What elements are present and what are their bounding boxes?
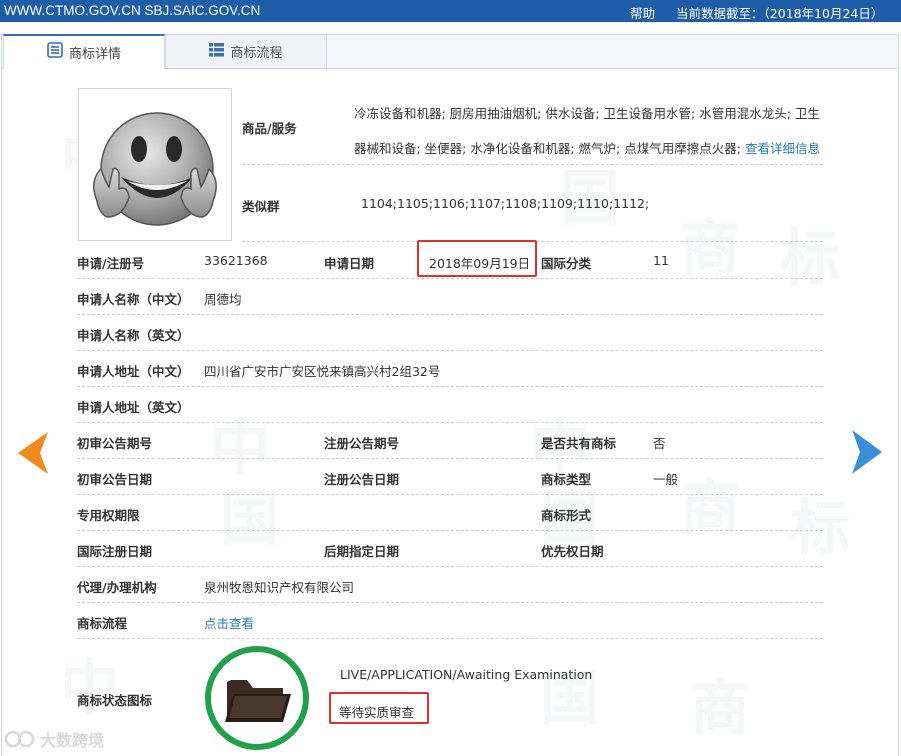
later-designation-date-label: 后期指定日期 xyxy=(324,544,400,559)
divider xyxy=(77,494,823,495)
reg-no-label: 申请/注册号 xyxy=(77,256,145,271)
intl-class-value: 11 xyxy=(653,253,669,268)
trademark-image xyxy=(78,88,232,241)
divider xyxy=(77,386,823,387)
apply-date-label: 申请日期 xyxy=(324,256,375,271)
prelim-date-label: 初审公告日期 xyxy=(77,472,153,487)
shared-mark-value: 否 xyxy=(653,436,666,451)
status-chinese: 等待实质审查 xyxy=(339,705,415,720)
tab-trademark-detail[interactable]: 商标详情 xyxy=(3,34,165,69)
tab-bar: 商标详情 商标流程 xyxy=(2,34,898,69)
agency-label: 代理/办理机构 xyxy=(77,580,157,595)
grid-icon xyxy=(209,42,225,61)
divider xyxy=(77,638,823,639)
reg-pub-no-label: 注册公告期号 xyxy=(324,436,400,451)
shared-mark-label: 是否共有商标 xyxy=(541,436,617,451)
status-icon-label: 商标状态图标 xyxy=(77,693,153,708)
apply-date-value: 2018年09月19日 xyxy=(429,256,531,271)
agency-value: 泉州牧恩知识产权有限公司 xyxy=(204,580,355,595)
divider xyxy=(77,566,823,567)
similar-group-label: 类似群 xyxy=(242,199,280,214)
applicant-cn-label: 申请人名称（中文） xyxy=(77,292,190,307)
next-arrow-icon[interactable] xyxy=(852,430,882,477)
tab-label: 商标详情 xyxy=(68,46,121,62)
list-icon xyxy=(47,42,63,62)
exclusive-period-label: 专用权期限 xyxy=(77,508,140,523)
priority-date-label: 优先权日期 xyxy=(541,544,604,559)
top-bar: WWW.CTMO.GOV.CN SBJ.SAIC.GOV.CN 帮助 当前数据截… xyxy=(0,0,901,22)
prelim-no-label: 初审公告期号 xyxy=(77,436,153,451)
help-link[interactable]: 帮助 xyxy=(630,3,655,22)
divider xyxy=(77,458,823,459)
reg-no-value: 33621368 xyxy=(204,253,268,268)
divider xyxy=(77,422,823,423)
flow-label: 商标流程 xyxy=(77,616,128,631)
status-ring xyxy=(205,646,309,750)
divider xyxy=(77,314,823,315)
applicant-en-label: 申请人名称（英文） xyxy=(77,328,190,343)
mark-type-value: 一般 xyxy=(653,472,679,487)
similar-group-value: 1104;1105;1106;1107;1108;1109;1110;1112; xyxy=(361,196,650,211)
divider xyxy=(77,602,823,603)
goods-detail-link[interactable]: 查看详细信息 xyxy=(745,141,820,156)
goods-services: 冷冻设备和机器; 厨房用抽油烟机; 供水设备; 卫生设备用水管; 水管用混水龙头… xyxy=(354,96,824,166)
mark-form-label: 商标形式 xyxy=(541,508,592,523)
divider xyxy=(242,164,823,165)
tab-trademark-flow[interactable]: 商标流程 xyxy=(165,34,327,69)
prev-arrow-icon[interactable] xyxy=(18,432,48,477)
data-as-of: 当前数据截至：（2018年10月24日） xyxy=(676,6,884,21)
status-english: LIVE/APPLICATION/Awaiting Examination xyxy=(340,667,593,682)
address-en-label: 申请人地址（英文） xyxy=(77,400,190,415)
tab-label: 商标流程 xyxy=(230,46,283,61)
flow-view-link[interactable]: 点击查看 xyxy=(204,613,254,632)
divider xyxy=(77,278,823,279)
divider xyxy=(77,530,823,531)
mark-type-label: 商标类型 xyxy=(541,472,592,487)
goods-label: 商品/服务 xyxy=(242,121,297,136)
intl-class-label: 国际分类 xyxy=(541,256,592,271)
applicant-cn-value: 周德均 xyxy=(204,292,242,307)
brand-watermark: 大数跨境 xyxy=(4,727,104,751)
address-cn-value: 四川省广安市广安区悦来镇高兴村2组32号 xyxy=(204,364,441,379)
reg-pub-date-label: 注册公告日期 xyxy=(324,472,400,487)
site-urls: WWW.CTMO.GOV.CN SBJ.SAIC.GOV.CN xyxy=(4,3,261,18)
intl-reg-date-label: 国际注册日期 xyxy=(77,544,153,559)
smiley-face-icon xyxy=(93,112,217,226)
brand-name: 大数跨境 xyxy=(40,731,105,750)
folder-icon xyxy=(225,680,291,722)
brand-logo-icon xyxy=(4,730,35,748)
address-cn-label: 申请人地址（中文） xyxy=(77,364,190,379)
divider xyxy=(77,350,823,351)
